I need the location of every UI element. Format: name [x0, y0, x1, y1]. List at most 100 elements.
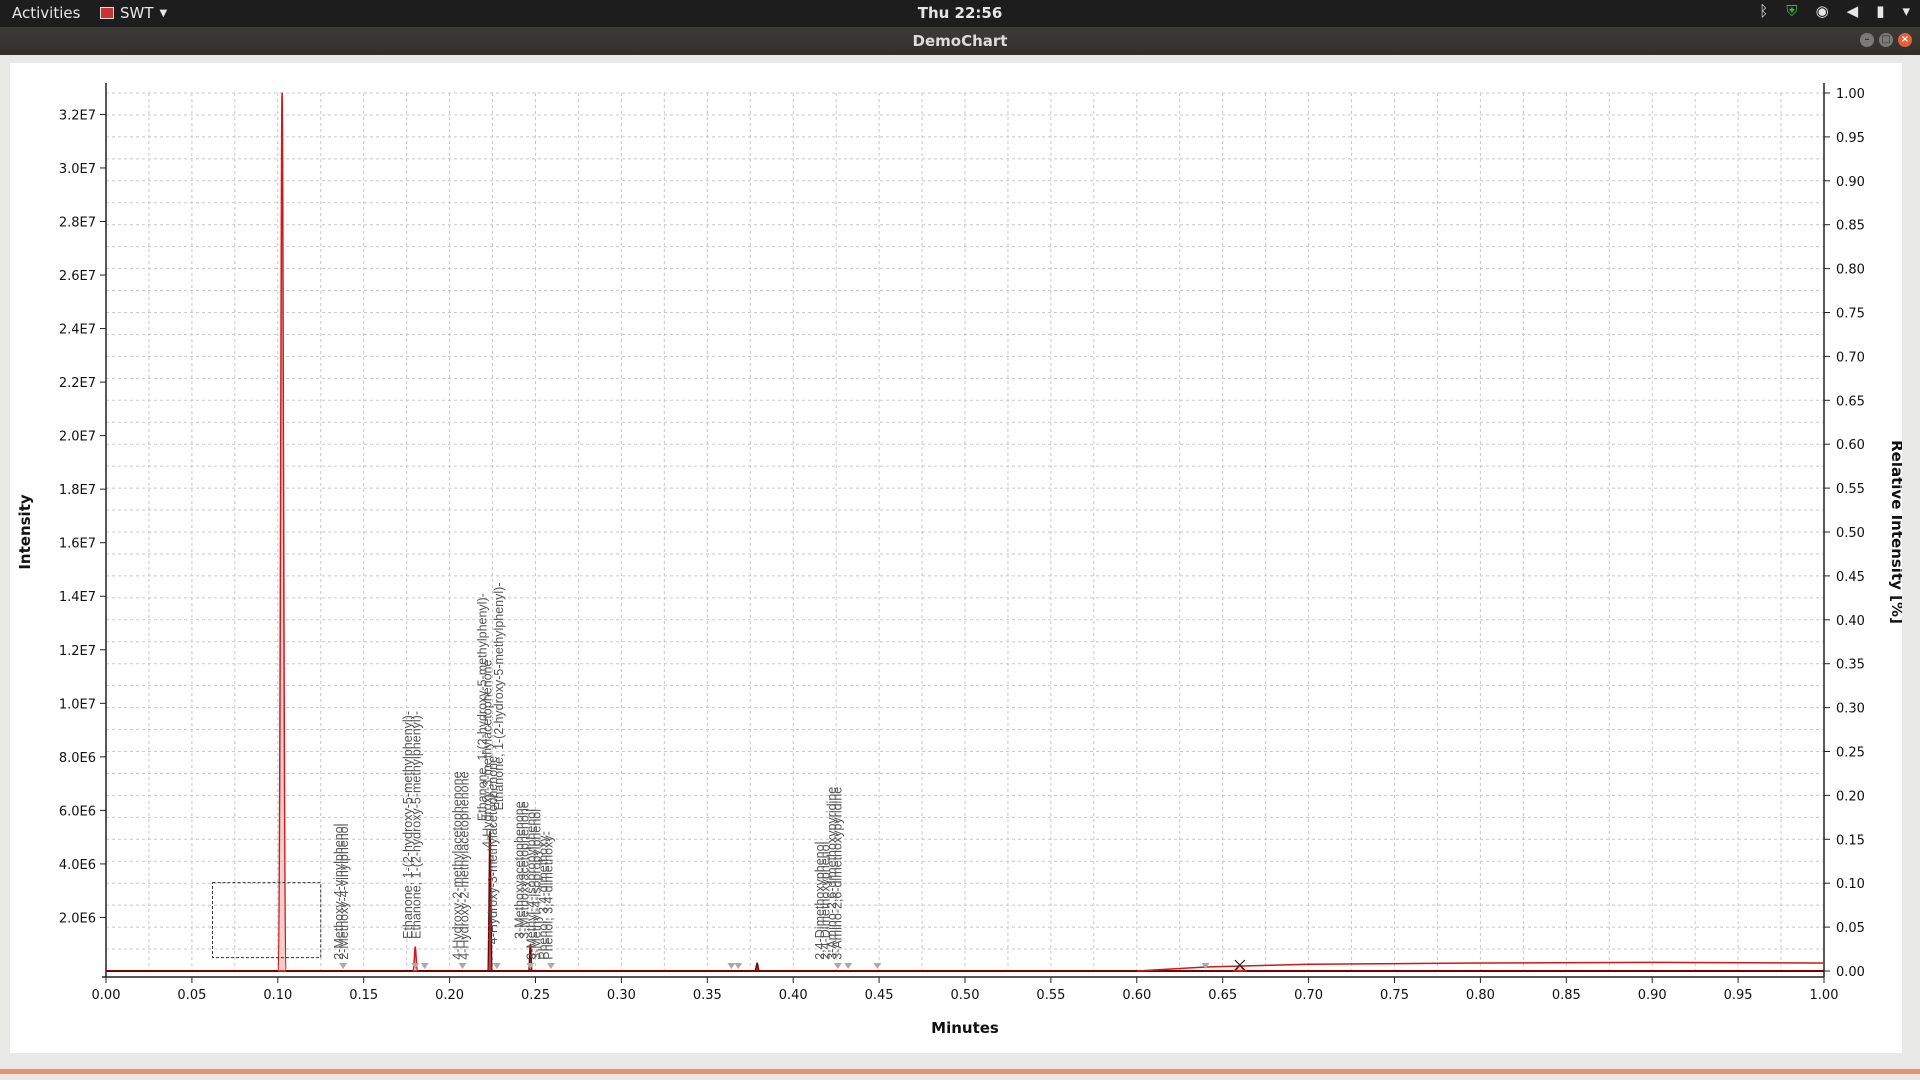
x-tick-label: 0.80	[1466, 988, 1495, 1003]
clock[interactable]: Thu 22:56	[0, 4, 1920, 22]
y2-tick-label: 0.15	[1836, 833, 1865, 848]
x-tick-label: 0.65	[1208, 988, 1237, 1003]
y2-tick-label: 0.60	[1836, 438, 1865, 453]
x-tick-label: 0.20	[435, 988, 464, 1003]
x-tick-label: 0.35	[693, 988, 722, 1003]
y2-tick-label: 0.00	[1836, 965, 1865, 980]
x-tick-label: 0.70	[1294, 988, 1323, 1003]
battery-icon[interactable]: ▮	[1876, 2, 1884, 20]
y2-tick-label: 0.90	[1836, 175, 1865, 190]
x-tick-label: 0.45	[865, 988, 894, 1003]
y2-tick-label: 0.75	[1836, 307, 1865, 322]
y-tick-label: 2.8E7	[59, 215, 96, 230]
peak-marker	[492, 963, 501, 969]
y2-tick-label: 0.35	[1836, 658, 1865, 673]
peak-marker	[844, 963, 853, 969]
close-icon[interactable]: ×	[1898, 33, 1912, 47]
y-axis-title: Intensity	[16, 494, 34, 570]
y2-tick-label: 0.55	[1836, 482, 1865, 497]
y-tick-label: 2.0E6	[59, 911, 96, 926]
y-tick-label: 1.8E7	[59, 483, 96, 498]
y-tick-label: 6.0E6	[59, 804, 96, 819]
peak-marker	[420, 963, 429, 969]
y2-tick-label: 0.65	[1836, 394, 1865, 409]
x-tick-label: 0.85	[1552, 988, 1581, 1003]
status-strip	[0, 1069, 1920, 1074]
peak-label: Phenol, 3,4-dimethoxy-	[542, 831, 556, 960]
app-icon	[100, 7, 114, 19]
top-bar: Activities SWT ▼ Thu 22:56 ᛒ ⛨ ◉ ◀ ▮ ▾	[0, 0, 1920, 27]
x-tick-label: 0.30	[607, 988, 636, 1003]
y-tick-label: 2.0E7	[59, 430, 96, 445]
y2-tick-label: 0.85	[1836, 219, 1865, 234]
window-titlebar[interactable]: DemoChart – □ ×	[0, 27, 1920, 55]
peak-trace	[277, 92, 288, 972]
minimize-icon[interactable]: –	[1860, 33, 1874, 47]
x-tick-label: 0.10	[263, 988, 292, 1003]
x-tick-label: 0.05	[177, 988, 206, 1003]
y-tick-label: 3.2E7	[59, 108, 96, 123]
y2-tick-label: 0.45	[1836, 570, 1865, 585]
peak-label: 4-Hydroxy-2-methylacetophenone	[457, 771, 471, 959]
y-tick-label: 4.0E6	[59, 858, 96, 873]
x-tick-label: 0.15	[349, 988, 378, 1003]
y2-tick-label: 0.30	[1836, 702, 1865, 717]
y-tick-label: 2.2E7	[59, 376, 96, 391]
y2-tick-label: 0.05	[1836, 921, 1865, 936]
zoom-selection-box	[212, 882, 322, 959]
y2-tick-label: 0.95	[1836, 131, 1865, 146]
shield-icon[interactable]: ⛨	[1786, 2, 1797, 20]
x-tick-label: 0.75	[1380, 988, 1409, 1003]
peak-marker	[1201, 963, 1210, 969]
y2-tick-label: 1.00	[1836, 87, 1865, 102]
x-tick-label: 0.50	[951, 988, 980, 1003]
y2-tick-label: 0.80	[1836, 263, 1865, 278]
peak-marker	[411, 963, 420, 969]
y2-axis-title: Relative Intensity [%]	[1888, 440, 1902, 624]
chromatogram-chart[interactable]: 2-Methoxy-4-vinylphenol2-Methoxy-4-vinyl…	[10, 63, 1902, 1053]
y-tick-label: 1.6E7	[59, 537, 96, 552]
peak-label: 2-Methoxy-4-vinylphenol	[337, 824, 351, 960]
x-tick-label: 0.95	[1724, 988, 1753, 1003]
x-tick-label: 0.55	[1036, 988, 1065, 1003]
y-tick-label: 2.6E7	[59, 269, 96, 284]
maximize-icon[interactable]: □	[1879, 33, 1893, 47]
x-axis-title: Minutes	[931, 1019, 999, 1037]
peak-marker	[339, 963, 348, 969]
peak-marker	[526, 963, 535, 969]
x-tick-label: 0.60	[1122, 988, 1151, 1003]
y2-tick-label: 0.25	[1836, 746, 1865, 761]
y2-tick-label: 0.20	[1836, 789, 1865, 804]
app-menu-label: SWT	[120, 4, 154, 22]
x-tick-label: 0.25	[521, 988, 550, 1003]
peak-marker	[458, 963, 467, 969]
chevron-down-icon: ▼	[159, 7, 168, 19]
y-tick-label: 3.0E7	[59, 162, 96, 177]
volume-icon[interactable]: ◀	[1847, 2, 1859, 20]
activities-button[interactable]: Activities	[12, 4, 80, 22]
system-tray[interactable]: ᛒ ⛨ ◉ ◀ ▮ ▾	[1759, 2, 1910, 20]
y2-tick-label: 0.10	[1836, 877, 1865, 892]
peak-label: Ethanone, 1-(2-hydroxy-5-methylphenyl)-	[492, 582, 506, 810]
y-tick-label: 1.2E7	[59, 644, 96, 659]
y-tick-label: 1.4E7	[59, 590, 96, 605]
peak-marker	[873, 963, 882, 969]
app-menu[interactable]: SWT ▼	[100, 4, 167, 22]
x-tick-label: 0.00	[92, 988, 121, 1003]
y-tick-label: 1.0E7	[59, 697, 96, 712]
y2-tick-label: 0.50	[1836, 526, 1865, 541]
wifi-icon[interactable]: ◉	[1816, 2, 1829, 20]
y2-tick-label: 0.70	[1836, 350, 1865, 365]
power-icon[interactable]: ▾	[1902, 2, 1910, 20]
x-tick-label: 0.40	[779, 988, 808, 1003]
x-tick-label: 0.90	[1638, 988, 1667, 1003]
peak-marker	[546, 963, 555, 969]
peak-trace	[754, 962, 761, 972]
x-tick-label: 1.00	[1810, 988, 1839, 1003]
peak-marker	[727, 963, 736, 969]
window-title: DemoChart	[912, 32, 1008, 50]
chart-panel: 2-Methoxy-4-vinylphenol 2-Methoxy-4-vinyl…	[10, 63, 1902, 1053]
bluetooth-icon[interactable]: ᛒ	[1759, 2, 1768, 20]
y-tick-label: 2.4E7	[59, 323, 96, 338]
peak-label: 3-Amino-2,6-dimethoxypyridine	[830, 787, 844, 960]
